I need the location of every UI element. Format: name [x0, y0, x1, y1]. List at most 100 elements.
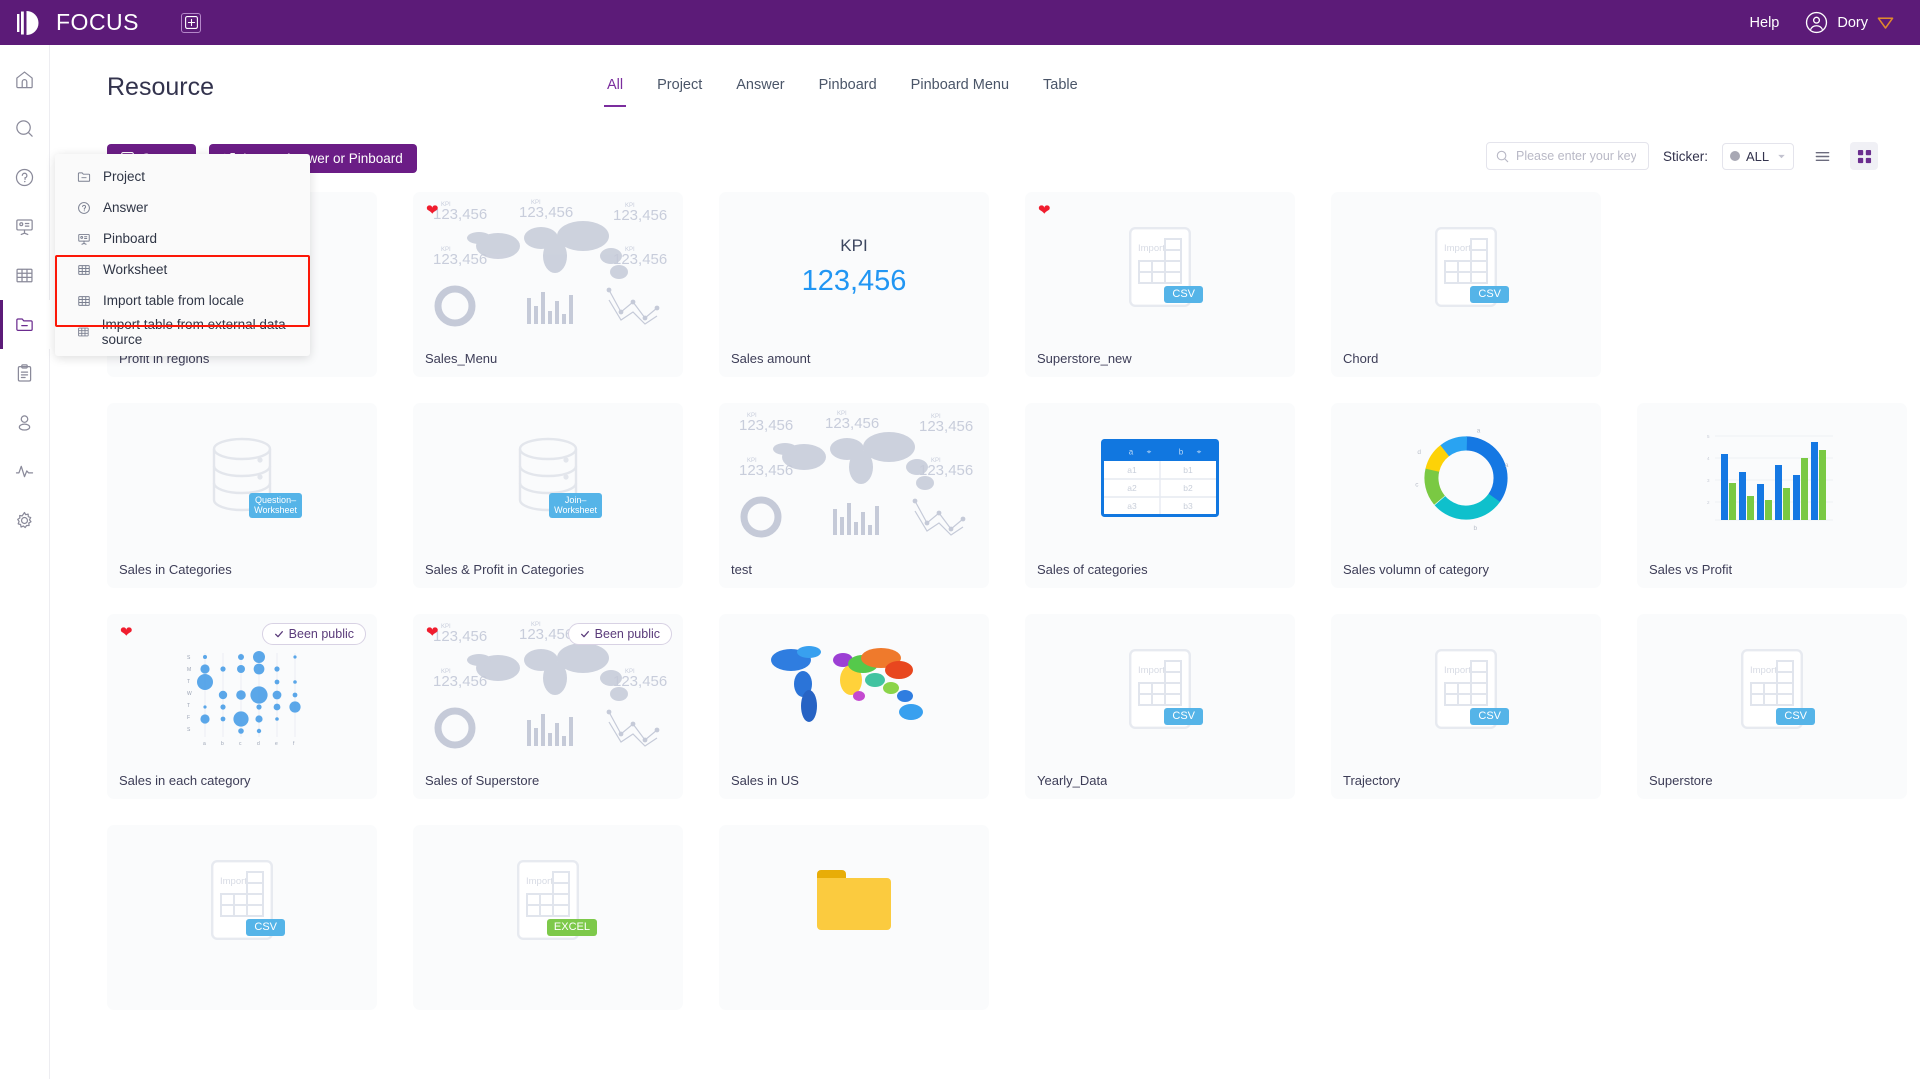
focus-logo-icon — [17, 10, 39, 35]
resource-card[interactable] — [719, 825, 989, 1010]
tab-table[interactable]: Table — [1026, 67, 1095, 107]
card-label: Sales volumn of category — [1343, 562, 1489, 577]
worksheet-type-tag: Question–Worksheet — [249, 492, 302, 518]
resource-card[interactable]: KPI 123,456 Sales amount — [719, 192, 989, 377]
search-icon — [1496, 150, 1509, 162]
resource-card[interactable]: 5 4 3 2 Sales vs Profit — [1637, 403, 1907, 588]
svg-text:123,456: 123,456 — [825, 415, 879, 432]
favorite-heart-icon[interactable]: ❤ — [120, 625, 133, 640]
sidebar-item-pinboard[interactable] — [0, 202, 50, 251]
resource-card[interactable]: Join– Worksheet Sales & Profit in Categor… — [413, 403, 683, 588]
svg-text:c: c — [239, 741, 242, 747]
svg-text:S: S — [187, 727, 191, 733]
worksheet-type-tag: Join– Worksheet — [549, 492, 602, 518]
sticker-select[interactable]: ALL — [1722, 142, 1794, 170]
add-tab-button[interactable] — [181, 12, 201, 33]
tab-project[interactable]: Project — [640, 67, 719, 107]
grid-view-button[interactable] — [1850, 142, 1878, 170]
menu-item-worksheet[interactable]: Worksheet — [55, 254, 310, 285]
csv-tag: CSV — [246, 918, 285, 936]
card-label: Superstore — [1649, 773, 1713, 788]
tab-all[interactable]: All — [590, 67, 640, 107]
resource-card[interactable]: Sales in US — [719, 614, 989, 799]
sidebar-item-worksheet[interactable] — [0, 251, 50, 300]
check-icon — [580, 631, 589, 638]
resource-card[interactable]: KPI 123,456 KPI 123,456 KPI 123,456 KPI 123,… — [719, 403, 989, 588]
sidebar-item-home[interactable] — [0, 55, 50, 104]
svg-text:⌖: ⌖ — [1197, 447, 1202, 456]
menu-item-answer[interactable]: Answer — [55, 192, 310, 223]
svg-text:S: S — [187, 655, 191, 661]
resource-card[interactable]: ❤ Been public SMTW TFS abc def Sales in … — [107, 614, 377, 799]
sidebar-item-monitor[interactable] — [0, 447, 50, 496]
activity-icon — [15, 465, 34, 478]
favorite-heart-icon[interactable]: ❤ — [426, 203, 439, 218]
csv-tag: CSV — [1470, 285, 1509, 303]
brand-logo[interactable]: FOCUS — [17, 9, 139, 36]
svg-text:123,456: 123,456 — [613, 207, 667, 224]
search-box[interactable] — [1485, 142, 1649, 170]
resource-card[interactable]: ❤ Been public KPI 123,456 KPI 123,456 KPI 1… — [413, 614, 683, 799]
resource-card[interactable]: ❤ Import CSV Superstore_new — [1025, 192, 1295, 377]
help-link[interactable]: Help — [1750, 15, 1780, 31]
svg-text:a: a — [1477, 427, 1481, 434]
toolbar-right: Sticker: ALL — [1485, 142, 1878, 170]
resource-card[interactable]: Import EXCEL — [413, 825, 683, 1010]
card-thumbnail: Import CSV — [1025, 614, 1295, 763]
resource-card[interactable]: a ⌖ b ⌖ a1 b1 a2 b2 a3 b3 Sales of categories — [1025, 403, 1295, 588]
favorite-heart-icon[interactable]: ❤ — [426, 625, 439, 640]
svg-text:123,456: 123,456 — [519, 626, 573, 643]
page-title: Resource — [107, 73, 214, 101]
card-label: Sales vs Profit — [1649, 562, 1733, 577]
search-input[interactable] — [1515, 149, 1636, 163]
menu-item-project[interactable]: Project — [55, 161, 310, 192]
sticker-label: Sticker: — [1662, 148, 1708, 164]
menu-item-pinboard[interactable]: Pinboard — [55, 223, 310, 254]
svg-text:123,456: 123,456 — [433, 206, 487, 223]
tab-pinboard-menu[interactable]: Pinboard Menu — [894, 67, 1026, 107]
menu-item-label: Import table from locale — [103, 293, 245, 308]
csv-tag: CSV — [1470, 707, 1509, 725]
kpi-value: 123,456 — [801, 264, 907, 297]
resource-card[interactable]: Import CSV — [107, 825, 377, 1010]
user-menu[interactable]: Dory — [1805, 11, 1894, 34]
menu-item-import-table-from-external-data-source[interactable]: Import table from external data source — [55, 316, 310, 347]
sidebar-item-search[interactable] — [0, 104, 50, 153]
card-thumbnail: 5 4 3 2 — [1637, 403, 1907, 552]
public-badge[interactable]: Been public — [567, 623, 672, 645]
card-thumbnail: Question–Worksheet — [107, 403, 377, 552]
donut-chart-icon: a a b c d — [1415, 427, 1509, 531]
bar-chart-icon: 5 4 3 2 — [1707, 434, 1833, 520]
resource-card[interactable]: Import CSV Superstore — [1637, 614, 1907, 799]
home-icon — [16, 71, 33, 89]
card-label: Sales in Categories — [119, 562, 232, 577]
svg-text:Import: Import — [526, 876, 553, 887]
presentation-icon — [16, 219, 33, 236]
sidebar-item-answer[interactable] — [0, 153, 50, 202]
kpi-title: KPI — [840, 235, 868, 255]
resource-card[interactable]: ❤ KPI 123,456 KPI 123,456 KPI 123,456 KPI 12… — [413, 192, 683, 377]
svg-text:b: b — [1179, 447, 1184, 456]
menu-item-import-table-from-locale[interactable]: Import table from locale — [55, 285, 310, 316]
tab-pinboard[interactable]: Pinboard — [802, 67, 894, 107]
list-view-button[interactable] — [1808, 142, 1836, 170]
resource-card[interactable]: a a b c d Sales volumn of category — [1331, 403, 1601, 588]
resource-card[interactable]: Import CSV Chord — [1331, 192, 1601, 377]
sidebar-item-tasks[interactable] — [0, 349, 50, 398]
card-label: Sales of categories — [1037, 562, 1148, 577]
card-label: Sales in each category — [119, 773, 251, 788]
favorite-heart-icon[interactable]: ❤ — [1038, 203, 1051, 218]
diamond-icon — [1877, 17, 1894, 29]
sidebar-item-users[interactable] — [0, 398, 50, 447]
public-badge[interactable]: Been public — [261, 623, 366, 645]
resource-grid: Question–Worksheet Profit in regions ❤ K… — [107, 192, 1907, 1010]
svg-text:T: T — [187, 703, 190, 709]
resource-card[interactable]: Question– Worksheet Sales in Categories — [107, 403, 377, 588]
resource-card[interactable]: Import CSV Trajectory — [1331, 614, 1601, 799]
resource-card[interactable]: Import CSV Yearly_Data — [1025, 614, 1295, 799]
tab-answer[interactable]: Answer — [719, 67, 801, 107]
svg-text:a2: a2 — [1127, 483, 1137, 493]
sidebar-item-resource[interactable] — [0, 300, 50, 349]
svg-text:a3: a3 — [1127, 501, 1137, 511]
sidebar-item-settings[interactable] — [0, 496, 50, 545]
